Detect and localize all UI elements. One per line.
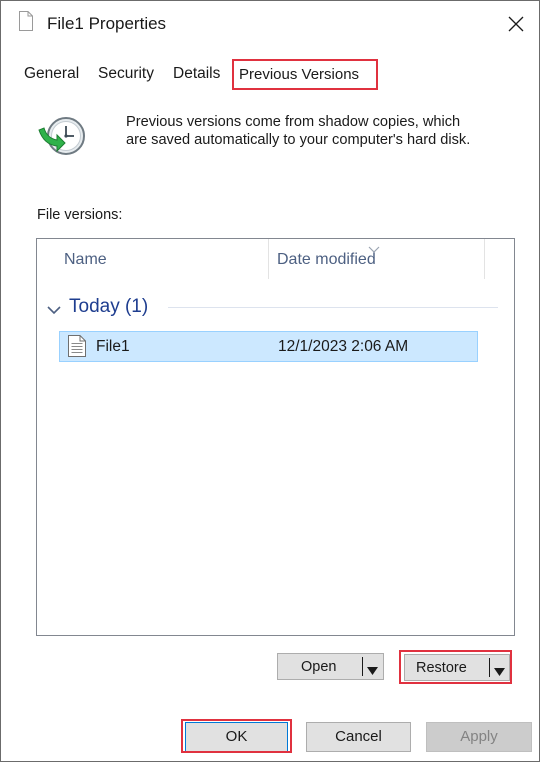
info-text-line-2: are saved automatically to your computer… <box>126 132 471 148</box>
column-header: Name Date modified <box>37 239 514 283</box>
document-icon <box>19 11 33 36</box>
cancel-button[interactable]: Cancel <box>306 722 411 752</box>
window-title: File1 Properties <box>47 14 167 33</box>
dropdown-arrow-icon[interactable] <box>367 662 378 680</box>
column-name-header[interactable]: Name <box>64 251 107 269</box>
column-divider[interactable] <box>484 239 485 279</box>
info-text-line-1: Previous versions come from shadow copie… <box>126 114 461 130</box>
column-date-modified-header[interactable]: Date modified <box>277 251 376 269</box>
restore-clock-icon <box>37 114 87 163</box>
chevron-down-icon <box>47 302 61 320</box>
open-button[interactable]: Open <box>277 653 384 680</box>
tab-previous-versions[interactable]: Previous Versions <box>232 59 378 90</box>
file-versions-list[interactable]: Name Date modified Today (1) File1 12/1/… <box>36 238 515 636</box>
group-divider-line <box>168 307 498 308</box>
list-item[interactable]: File1 12/1/2023 2:06 AM <box>59 331 478 362</box>
properties-dialog: File1 Properties General Security Detail… <box>0 0 540 762</box>
file-name: File1 <box>96 338 130 355</box>
group-label: Today (1) <box>69 296 149 317</box>
column-divider[interactable] <box>268 239 269 279</box>
restore-button[interactable]: Restore <box>404 654 510 681</box>
title-bar: File1 Properties <box>1 1 539 49</box>
group-header-today[interactable]: Today (1) <box>37 293 514 323</box>
apply-button[interactable]: Apply <box>426 722 532 752</box>
dropdown-arrow-icon[interactable] <box>494 663 505 681</box>
info-description: Previous versions come from shadow copie… <box>126 113 526 149</box>
tab-security[interactable]: Security <box>98 65 154 83</box>
ok-button[interactable]: OK <box>185 722 288 752</box>
tab-strip: General Security Details Previous Versio… <box>1 59 539 93</box>
file-date-modified: 12/1/2023 2:06 AM <box>278 338 409 355</box>
split-divider <box>489 658 490 677</box>
tab-details[interactable]: Details <box>173 65 220 83</box>
text-file-icon <box>68 335 86 362</box>
split-divider <box>362 657 363 676</box>
tab-general[interactable]: General <box>24 65 79 83</box>
open-button-label: Open <box>301 659 337 675</box>
file-versions-label: File versions: <box>37 207 123 223</box>
close-button[interactable] <box>493 1 539 47</box>
restore-button-label: Restore <box>416 660 467 676</box>
close-icon <box>508 16 524 32</box>
